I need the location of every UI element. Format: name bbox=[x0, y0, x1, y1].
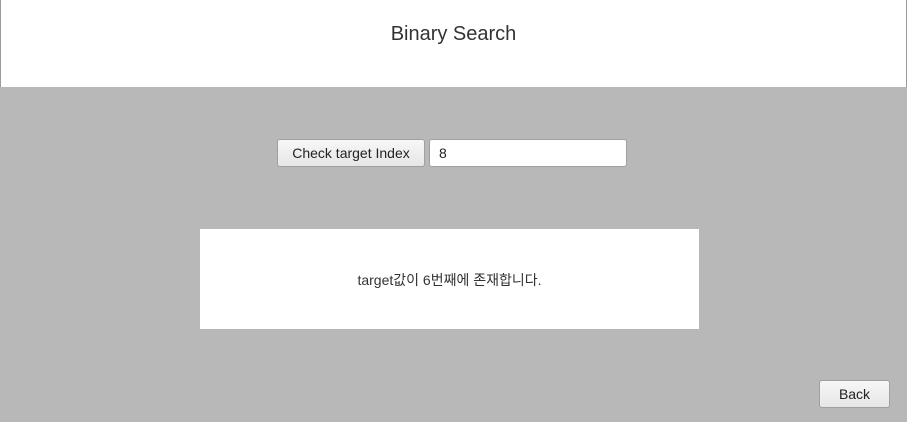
back-button[interactable]: Back bbox=[819, 380, 890, 408]
page-title: Binary Search bbox=[390, 23, 517, 45]
target-value-input[interactable] bbox=[429, 139, 627, 167]
check-target-index-button[interactable]: Check target Index bbox=[277, 139, 425, 167]
result-panel: target값이 6번째에 존재합니다. bbox=[200, 229, 699, 329]
app-screen: Binary Search Check target Index target값… bbox=[0, 0, 907, 422]
header-bar: Binary Search bbox=[0, 0, 907, 87]
result-message: target값이 6번째에 존재합니다. bbox=[357, 272, 542, 288]
